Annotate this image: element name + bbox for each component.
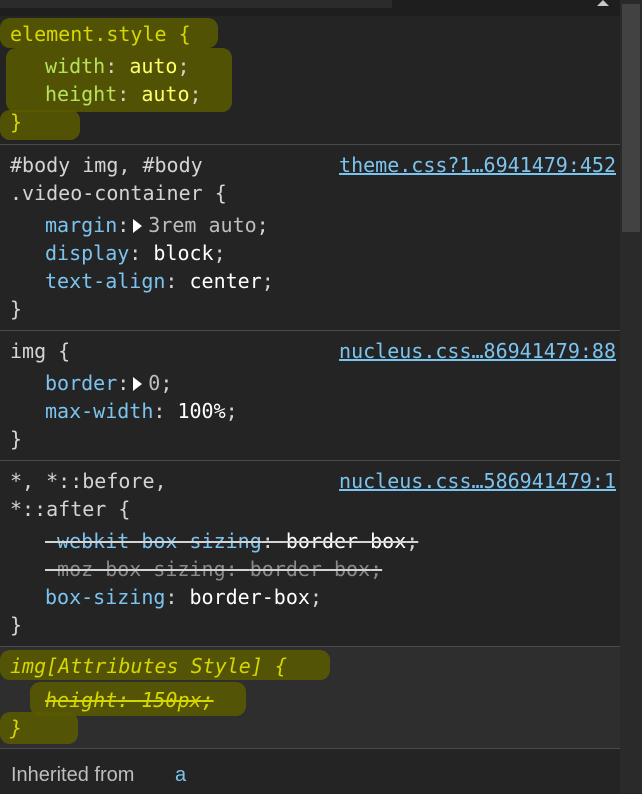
property-value[interactable]: border-box [286,529,406,553]
inherited-from-header: Inherited from a [0,748,620,794]
rule-selector: img { [10,339,71,363]
property-name[interactable]: border [45,371,117,395]
property-value[interactable]: 0 [148,371,160,395]
property-value[interactable]: 150px [141,688,201,712]
property-name[interactable]: margin [45,213,117,237]
closing-brace: } [10,613,23,637]
property-name[interactable]: height [45,82,117,106]
property-value[interactable]: block [153,241,213,265]
property-value[interactable]: 3rem auto [148,213,256,237]
declaration-max-width[interactable]: max-width: 100%; [45,397,238,425]
property-value[interactable]: auto [129,54,177,78]
property-name[interactable]: width [45,54,105,78]
horizontal-scrollbar[interactable] [0,0,642,16]
rule-selector: *, *::before, [10,469,167,493]
source-link[interactable]: theme.css?1…6941479:452 [339,151,616,179]
declaration-text-align[interactable]: text-align: center; [45,267,274,295]
declaration-width[interactable]: width: auto; [45,52,190,80]
declaration-height-attribute[interactable]: height: 150px; [45,686,214,714]
inherited-label: Inherited from [11,764,135,786]
vertical-scrollbar[interactable] [620,0,642,793]
closing-brace: } [10,297,23,321]
closing-brace: } [10,716,23,740]
vertical-scroll-thumb[interactable] [622,4,640,232]
rule-img: img { nucleus.css…86941479:88 border: 0; … [0,330,620,461]
source-link[interactable]: nucleus.css…586941479:1 [339,467,616,495]
property-name[interactable]: -webkit-box-sizing [45,529,262,553]
property-value[interactable]: auto [141,82,189,106]
property-name[interactable]: -moz-box-sizing [45,557,226,581]
closing-brace: } [10,427,23,451]
rule-selector-continued: .video-container { [10,181,227,205]
rule-universal: *, *::before, nucleus.css…586941479:1 *:… [0,460,620,647]
property-name[interactable]: box-sizing [45,585,165,609]
closing-brace: } [10,110,23,134]
rule-selector: #body img, #body [10,153,203,177]
rule-selector: img[Attributes Style] { [10,654,287,678]
rule-element-style: element.style { width: auto; height: aut… [0,16,620,144]
rule-selector-continued: *::after { [10,497,131,521]
property-name[interactable]: text-align [45,269,165,293]
scroll-up-arrow-icon[interactable] [597,0,609,6]
property-value[interactable]: border-box [190,585,310,609]
expand-triangle-icon[interactable] [133,377,143,391]
declaration-box-sizing[interactable]: box-sizing: border-box; [45,583,322,611]
expand-triangle-icon[interactable] [133,219,143,233]
declaration-margin[interactable]: margin: 3rem auto; [45,211,269,239]
declaration-border[interactable]: border: 0; [45,369,172,397]
inherited-element-link[interactable]: a [175,761,186,789]
property-name[interactable]: height [45,688,117,712]
declaration-display[interactable]: display: block; [45,239,226,267]
property-name[interactable]: display [45,241,129,265]
rule-body-img: #body img, #body theme.css?1…6941479:452… [0,144,620,331]
property-value[interactable]: border-box [250,557,370,581]
horizontal-scroll-thumb[interactable] [0,0,392,8]
property-value[interactable]: center [190,269,262,293]
declaration-height[interactable]: height: auto; [45,80,202,108]
declaration-webkit-box-sizing[interactable]: -webkit-box-sizing: border-box; [45,527,418,555]
source-link[interactable]: nucleus.css…86941479:88 [339,337,616,365]
property-name[interactable]: max-width [45,399,153,423]
property-value[interactable]: 100% [177,399,225,423]
rule-selector: element.style { [10,22,191,46]
declaration-moz-box-sizing[interactable]: -moz-box-sizing: border-box; [45,555,382,583]
